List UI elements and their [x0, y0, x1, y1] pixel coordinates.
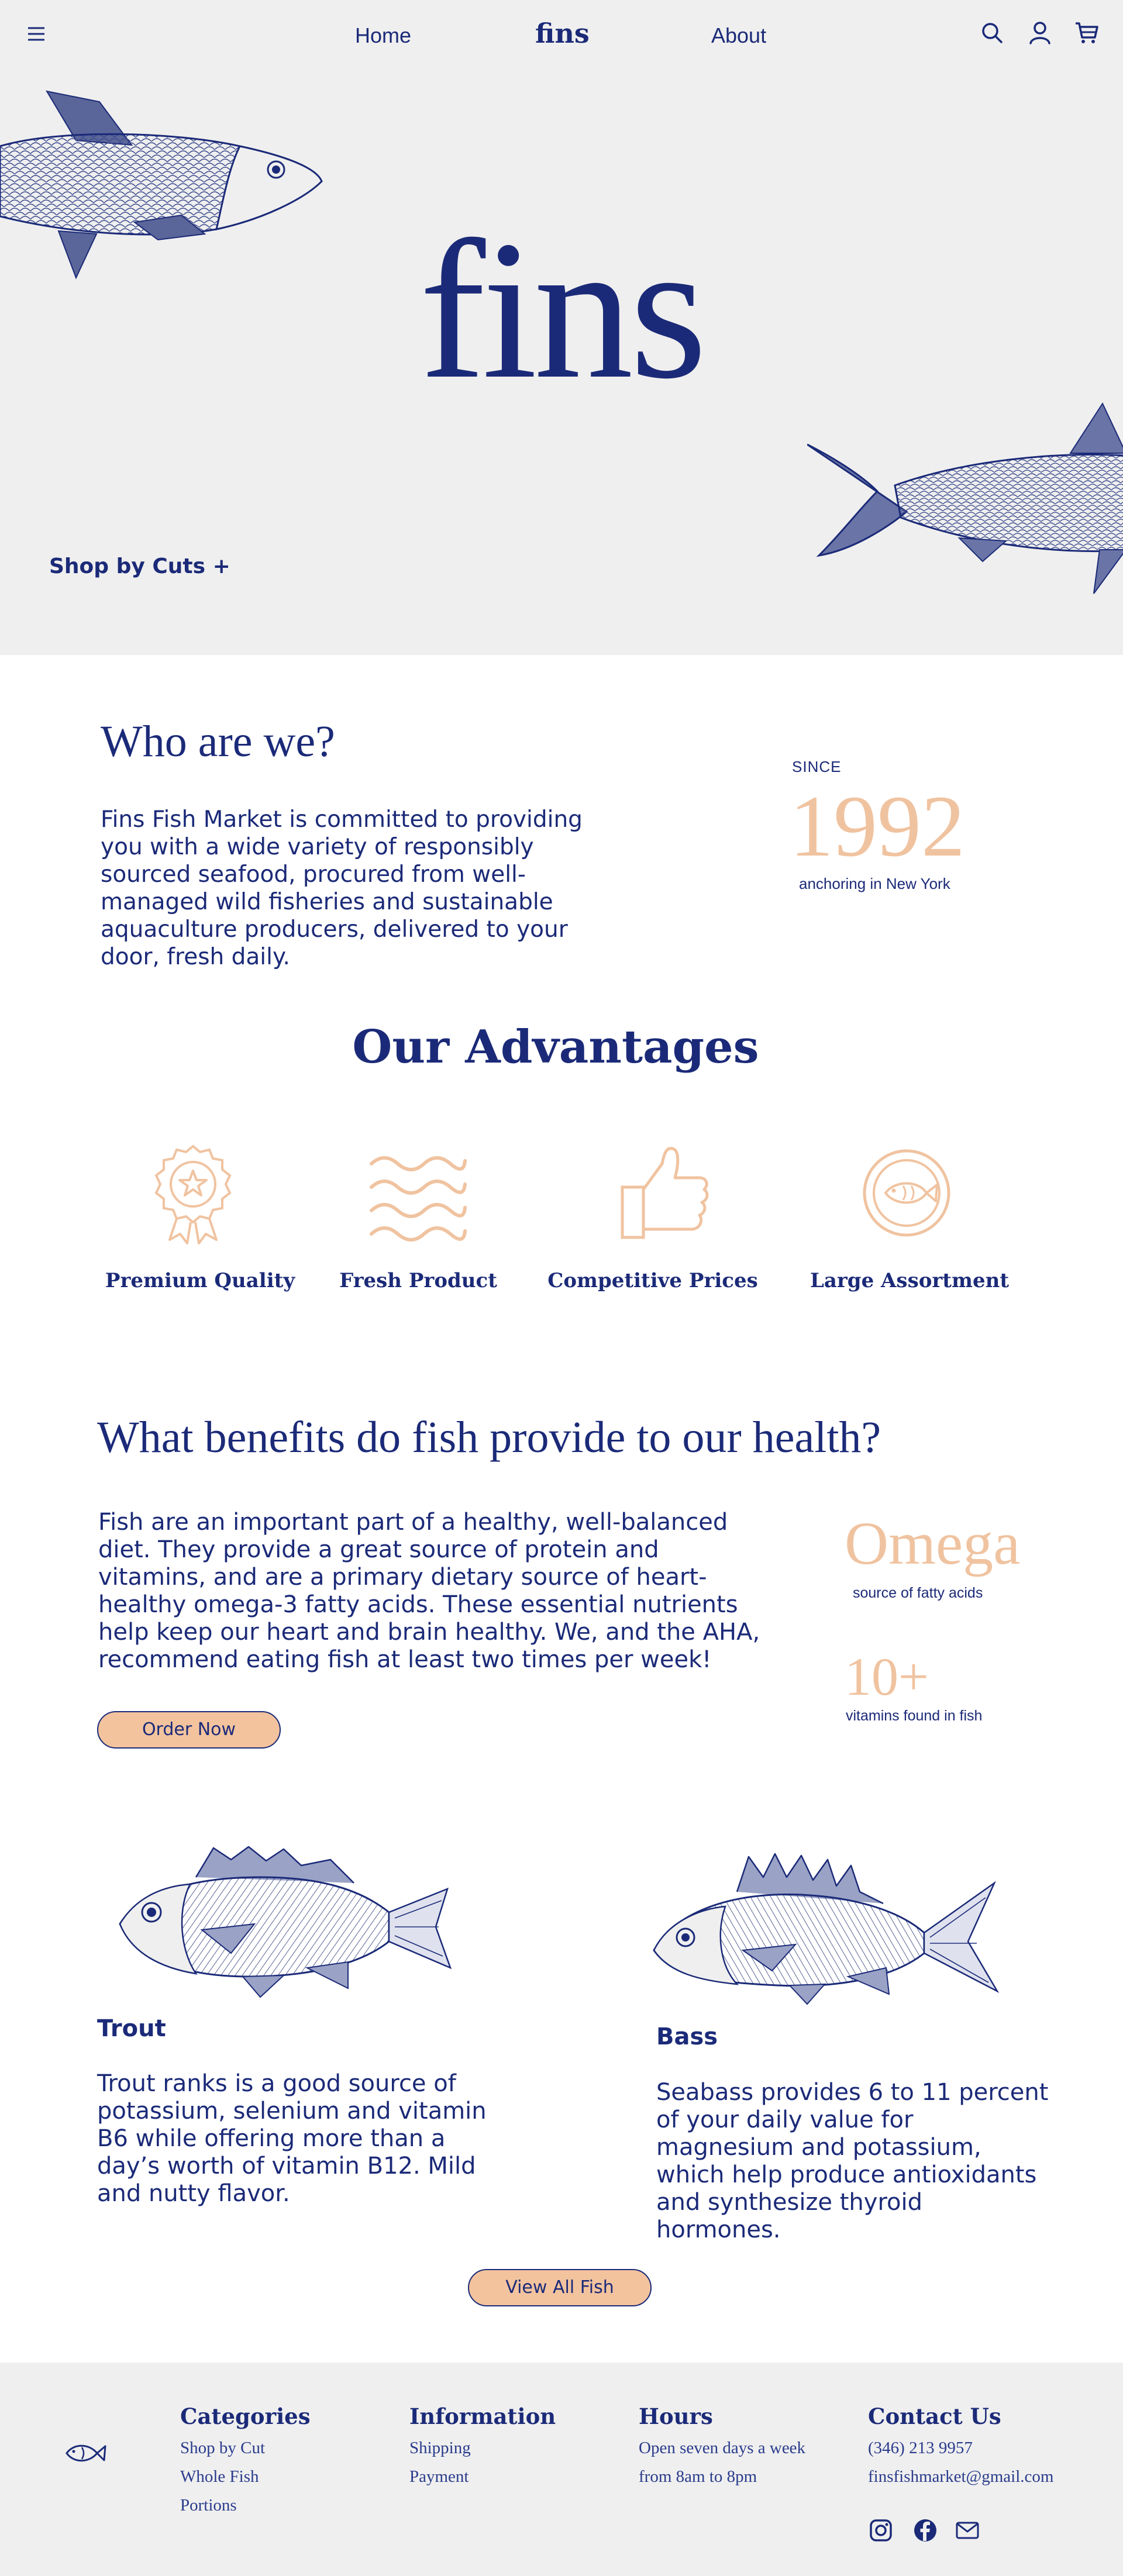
fish-logo-icon: [66, 2444, 106, 2462]
footer-contact-heading: Contact Us: [868, 2403, 1001, 2429]
footer-information-heading: Information: [409, 2403, 556, 2429]
hero-section: Home fins About fins Shop by Cuts +: [0, 0, 1123, 655]
footer-link-whole-fish[interactable]: Whole Fish: [180, 2467, 259, 2487]
fish-card-description: Seabass provides 6 to 11 percent of your…: [656, 2079, 1049, 2243]
hero-title: fins: [419, 199, 707, 420]
facebook-icon[interactable]: [912, 2518, 938, 2543]
advantage-label: Large Assortment: [809, 1269, 1010, 1292]
since-subtitle: anchoring in New York: [799, 875, 950, 892]
footer-link-shop-by-cut[interactable]: Shop by Cut: [180, 2439, 265, 2458]
vitamins-stat-value: 10+: [845, 1647, 929, 1706]
view-all-fish-button[interactable]: View All Fish: [468, 2269, 652, 2306]
omega-stat-label: source of fatty acids: [853, 1585, 983, 1601]
who-title: Who are we?: [101, 717, 335, 766]
since-label: SINCE: [792, 758, 842, 775]
who-body: Fins Fish Market is committed to providi…: [101, 806, 583, 970]
footer-link-payment[interactable]: Payment: [409, 2467, 469, 2487]
menu-icon[interactable]: [26, 23, 47, 44]
award-ribbon-icon: [154, 1144, 232, 1244]
vitamins-stat-label: vitamins found in fish: [846, 1708, 983, 1724]
trout-illustration: [119, 1846, 452, 1998]
instagram-icon[interactable]: [868, 2518, 894, 2543]
advantage-label: Competitive Prices: [547, 1269, 758, 1292]
search-icon[interactable]: [979, 20, 1005, 46]
footer-categories-heading: Categories: [180, 2403, 311, 2429]
fish-badge-icon: [863, 1149, 950, 1237]
account-icon[interactable]: [1027, 20, 1053, 46]
benefits-body: Fish are an important part of a healthy,…: [98, 1509, 760, 1673]
cart-icon[interactable]: [1074, 20, 1100, 46]
footer-link-shipping[interactable]: Shipping: [409, 2439, 471, 2458]
since-year: 1992: [790, 778, 965, 875]
nav-home-link[interactable]: Home: [355, 23, 411, 48]
fish-card-title: Bass: [656, 2023, 718, 2050]
footer-email[interactable]: finsfishmarket@gmail.com: [868, 2467, 1053, 2487]
shop-by-cuts-link[interactable]: Shop by Cuts +: [49, 554, 230, 578]
footer-link-portions[interactable]: Portions: [180, 2496, 237, 2515]
bass-illustration: [653, 1853, 1000, 2005]
footer-hours-heading: Hours: [639, 2403, 713, 2429]
footer-phone[interactable]: (346) 213 9957: [868, 2439, 973, 2458]
advantage-label: Fresh Product: [339, 1269, 497, 1292]
advantages-title: Our Advantages: [352, 1020, 759, 1074]
nav-logo[interactable]: fins: [535, 18, 590, 49]
salmon-illustration: [807, 402, 1123, 594]
advantage-label: Premium Quality: [105, 1269, 295, 1292]
order-now-button[interactable]: Order Now: [97, 1711, 281, 1749]
thumbs-up-icon: [621, 1147, 709, 1239]
omega-stat-value: Omega: [845, 1510, 1021, 1577]
fish-card-description: Trout ranks is a good source of potassiu…: [97, 2070, 487, 2207]
waves-icon: [370, 1156, 467, 1242]
mail-icon[interactable]: [955, 2518, 980, 2543]
benefits-title: What benefits do fish provide to our hea…: [97, 1413, 881, 1462]
footer-hours-time: from 8am to 8pm: [639, 2467, 757, 2486]
footer-hours-days: Open seven days a week: [639, 2439, 806, 2457]
nav-about-link[interactable]: About: [711, 23, 766, 48]
fish-card-title: Trout: [97, 2015, 166, 2042]
